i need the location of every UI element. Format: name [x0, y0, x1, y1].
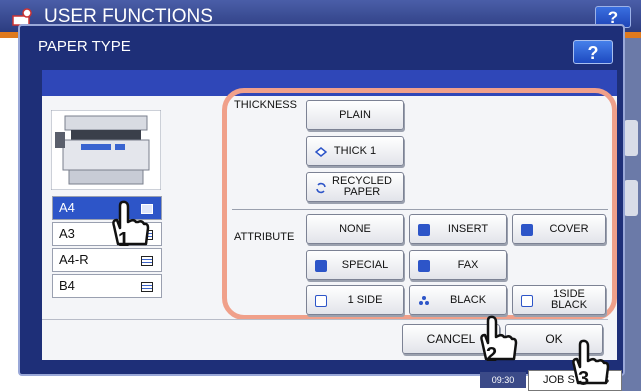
dialog-help-button[interactable]: ?	[573, 40, 613, 64]
side-tab[interactable]	[624, 180, 638, 216]
thick1-button[interactable]: THICK 1	[306, 136, 404, 166]
button-label: RECYCLED PAPER	[332, 175, 392, 198]
button-label: OK	[545, 331, 563, 346]
recycle-icon	[316, 182, 326, 194]
button-label: FAX	[457, 258, 479, 271]
fax-button[interactable]: FAX	[409, 250, 507, 280]
none-button[interactable]: NONE	[306, 214, 404, 244]
button-label: NONE	[339, 222, 371, 235]
fax-icon	[418, 260, 430, 272]
callout-number: 3	[578, 368, 589, 390]
callout-number: 2	[486, 344, 497, 366]
copier-illustration	[51, 110, 161, 190]
button-label: BLACK	[449, 293, 487, 306]
callout-number: 1	[118, 229, 129, 251]
plain-button[interactable]: PLAIN	[306, 100, 404, 130]
paper-size-label: A4	[59, 200, 75, 215]
button-label: THICK 1	[333, 144, 377, 157]
tray-icon	[141, 282, 153, 292]
recycled-paper-button[interactable]: RECYCLED PAPER	[306, 172, 404, 202]
one-side-button[interactable]: 1 SIDE	[306, 285, 404, 315]
button-label: COVER	[549, 222, 589, 235]
hand-pointer-icon: 3	[572, 339, 610, 390]
thick-paper-icon	[315, 147, 327, 157]
paper-size-b4[interactable]: B4	[52, 274, 162, 298]
clock: 09:30	[480, 372, 526, 388]
footer-divider	[42, 319, 608, 320]
side-tab[interactable]	[624, 120, 638, 156]
button-label: 1 SIDE	[347, 293, 383, 306]
hand-pointer-icon: 2	[480, 315, 518, 366]
hand-pointer-icon: 1	[112, 200, 150, 251]
special-button[interactable]: SPECIAL	[306, 250, 404, 280]
cover-button[interactable]: COVER	[512, 214, 606, 244]
dialog-title: PAPER TYPE	[38, 38, 131, 55]
black-dots-icon	[419, 296, 429, 305]
tray-icon	[141, 256, 153, 266]
one-side-black-icon	[521, 295, 533, 307]
paper-size-label: A3	[59, 226, 75, 241]
one-side-icon	[315, 295, 327, 307]
button-label: 1SIDE BLACK	[550, 288, 588, 311]
one-side-black-button[interactable]: 1SIDE BLACK	[512, 285, 606, 315]
paper-size-label: A4-R	[59, 252, 89, 267]
button-label: INSERT	[447, 222, 489, 235]
paper-size-label: B4	[59, 278, 75, 293]
section-divider	[232, 209, 608, 210]
black-button[interactable]: BLACK	[409, 285, 507, 315]
button-label: PLAIN	[339, 108, 371, 121]
insert-button[interactable]: INSERT	[409, 214, 507, 244]
thickness-label: THICKNESS	[234, 99, 297, 111]
insert-icon	[418, 224, 430, 236]
attribute-label: ATTRIBUTE	[234, 231, 295, 243]
cover-icon	[521, 224, 533, 236]
button-label: SPECIAL	[341, 258, 389, 271]
special-icon	[315, 260, 327, 272]
button-label: CANCEL	[426, 331, 476, 346]
